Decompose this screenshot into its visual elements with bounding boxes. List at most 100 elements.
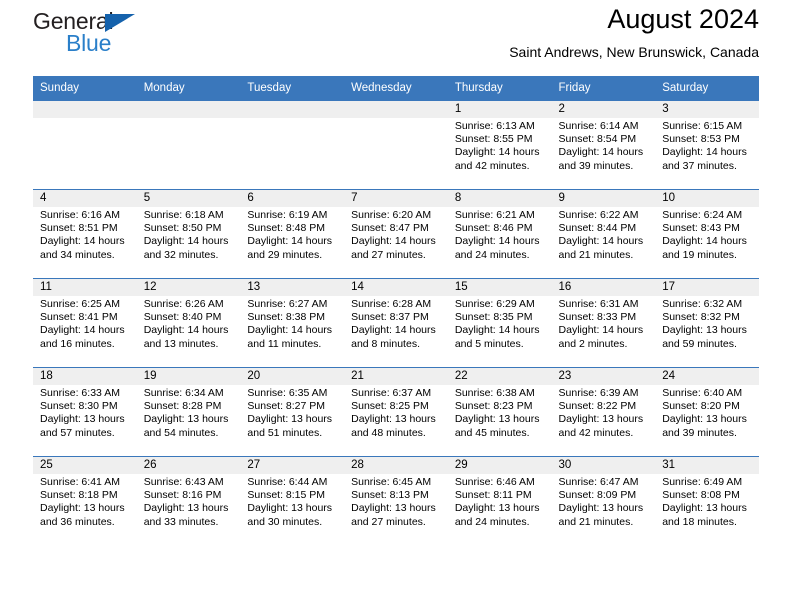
day-details: Sunrise: 6:16 AM Sunset: 8:51 PM Daylight:… <box>33 207 137 262</box>
day-details: Sunrise: 6:45 AM Sunset: 8:13 PM Daylight:… <box>344 474 448 529</box>
day-detail-sunset: Sunset: 8:46 PM <box>454 222 533 235</box>
day-detail-daylight-line2: and 21 minutes. <box>558 248 634 261</box>
calendar-day-cell[interactable]: 2 Sunrise: 6:14 AM Sunset: 8:54 PM Daylight… <box>551 100 656 190</box>
day-detail-sunrise: Sunrise: 6:14 AM <box>558 120 639 132</box>
day-detail-daylight-line2: and 21 minutes. <box>558 515 634 528</box>
day-detail-sunset: Sunset: 8:54 PM <box>558 133 637 146</box>
calendar-day-cell[interactable]: 26 Sunrise: 6:43 AM Sunset: 8:16 PM Dayligh… <box>136 456 241 546</box>
day-number: 3 <box>655 101 759 118</box>
day-details: Sunrise: 6:31 AM Sunset: 8:33 PM Daylight:… <box>552 296 656 351</box>
calendar-day-cell[interactable]: 15 Sunrise: 6:29 AM Sunset: 8:35 PM Dayligh… <box>447 278 552 368</box>
day-details: Sunrise: 6:34 AM Sunset: 8:28 PM Daylight:… <box>137 385 241 440</box>
day-detail-daylight-line2: and 13 minutes. <box>143 337 219 350</box>
day-detail-daylight-line1: Daylight: 13 hours <box>454 502 540 515</box>
calendar-day-cell[interactable]: 29 Sunrise: 6:46 AM Sunset: 8:11 PM Dayligh… <box>447 456 552 546</box>
logo-text-blue: Blue <box>66 30 112 56</box>
calendar-day-cell[interactable]: 13 Sunrise: 6:27 AM Sunset: 8:38 PM Dayligh… <box>240 278 345 368</box>
calendar-day-cell[interactable]: 1 Sunrise: 6:13 AM Sunset: 8:55 PM Daylight… <box>447 100 552 190</box>
calendar-day-cell[interactable]: 22 Sunrise: 6:38 AM Sunset: 8:23 PM Dayligh… <box>447 367 552 457</box>
day-detail-daylight-line1: Daylight: 13 hours <box>40 413 125 426</box>
day-detail-sunset: Sunset: 8:53 PM <box>662 133 740 146</box>
page-title: August 2024 <box>607 4 759 34</box>
calendar-day-cell[interactable]: 31 Sunrise: 6:49 AM Sunset: 8:08 PM Dayligh… <box>655 456 759 546</box>
day-detail-sunset: Sunset: 8:23 PM <box>454 400 533 413</box>
calendar-day-cell[interactable]: 24 Sunrise: 6:40 AM Sunset: 8:20 PM Dayligh… <box>655 367 759 457</box>
day-details: Sunrise: 6:14 AM Sunset: 8:54 PM Daylight:… <box>552 118 656 173</box>
calendar-day-cell[interactable]: 17 Sunrise: 6:32 AM Sunset: 8:32 PM Dayligh… <box>655 278 759 368</box>
day-detail-daylight-line2: and 36 minutes. <box>40 515 115 528</box>
day-details: Sunrise: 6:35 AM Sunset: 8:27 PM Daylight:… <box>240 385 344 440</box>
weekday-header-wednesday: Wednesday <box>344 76 448 101</box>
day-number: 20 <box>240 368 345 385</box>
calendar-header-row: Sunday Monday Tuesday Wednesday Thursday… <box>33 76 759 101</box>
day-detail-daylight-line1: Daylight: 14 hours <box>247 235 333 248</box>
day-number: 16 <box>551 279 656 296</box>
day-number: 12 <box>136 279 241 296</box>
calendar-day-cell[interactable]: 3 Sunrise: 6:15 AM Sunset: 8:53 PM Daylight… <box>655 100 759 190</box>
calendar-day-cell-empty <box>136 100 241 190</box>
calendar-week-row: 18 Sunrise: 6:33 AM Sunset: 8:30 PM Dayligh… <box>33 367 759 457</box>
day-detail-daylight-line2: and 24 minutes. <box>454 248 530 261</box>
calendar-day-cell[interactable]: 9 Sunrise: 6:22 AM Sunset: 8:44 PM Daylight… <box>551 189 656 279</box>
day-detail-daylight-line1: Daylight: 14 hours <box>143 324 229 337</box>
weekday-header-saturday: Saturday <box>655 76 759 101</box>
day-detail-daylight-line1: Daylight: 14 hours <box>662 235 747 248</box>
day-detail-daylight-line2: and 19 minutes. <box>662 248 737 261</box>
calendar-day-cell[interactable]: 4 Sunrise: 6:16 AM Sunset: 8:51 PM Daylight… <box>33 189 137 279</box>
day-detail-sunrise: Sunrise: 6:22 AM <box>558 209 639 221</box>
weekday-header-monday: Monday <box>136 76 241 101</box>
location-subtitle: Saint Andrews, New Brunswick, Canada <box>509 44 759 60</box>
day-detail-daylight-line1: Daylight: 13 hours <box>247 413 333 426</box>
calendar-day-cell[interactable]: 23 Sunrise: 6:39 AM Sunset: 8:22 PM Dayligh… <box>551 367 656 457</box>
calendar-day-cell[interactable]: 16 Sunrise: 6:31 AM Sunset: 8:33 PM Dayligh… <box>551 278 656 368</box>
day-detail-sunset: Sunset: 8:25 PM <box>351 400 429 413</box>
day-detail-sunrise: Sunrise: 6:15 AM <box>662 120 743 132</box>
page-header: General Blue August 2024 Saint Andrews, … <box>33 0 759 76</box>
day-detail-daylight-line1: Daylight: 13 hours <box>351 502 436 515</box>
weekday-header-sunday: Sunday <box>33 76 137 101</box>
day-detail-daylight-line1: Daylight: 14 hours <box>558 324 644 337</box>
calendar-day-cell[interactable]: 11 Sunrise: 6:25 AM Sunset: 8:41 PM Dayligh… <box>33 278 137 368</box>
day-detail-sunset: Sunset: 8:30 PM <box>40 400 118 413</box>
day-number: 31 <box>655 457 759 474</box>
day-detail-sunrise: Sunrise: 6:32 AM <box>662 298 743 310</box>
calendar-day-cell[interactable]: 30 Sunrise: 6:47 AM Sunset: 8:09 PM Dayligh… <box>551 456 656 546</box>
day-detail-sunrise: Sunrise: 6:18 AM <box>143 209 224 221</box>
calendar-day-cell[interactable]: 20 Sunrise: 6:35 AM Sunset: 8:27 PM Dayligh… <box>240 367 345 457</box>
day-detail-daylight-line2: and 2 minutes. <box>558 337 628 350</box>
day-detail-daylight-line1: Daylight: 13 hours <box>40 502 125 515</box>
calendar-day-cell[interactable]: 25 Sunrise: 6:41 AM Sunset: 8:18 PM Dayligh… <box>33 456 137 546</box>
day-number: 22 <box>447 368 552 385</box>
calendar-day-cell[interactable]: 19 Sunrise: 6:34 AM Sunset: 8:28 PM Dayligh… <box>136 367 241 457</box>
day-detail-sunset: Sunset: 8:35 PM <box>454 311 533 324</box>
calendar-day-cell[interactable]: 10 Sunrise: 6:24 AM Sunset: 8:43 PM Dayligh… <box>655 189 759 279</box>
day-detail-daylight-line1: Daylight: 14 hours <box>351 324 436 337</box>
calendar-day-cell[interactable]: 18 Sunrise: 6:33 AM Sunset: 8:30 PM Dayligh… <box>33 367 137 457</box>
calendar-day-cell[interactable]: 6 Sunrise: 6:19 AM Sunset: 8:48 PM Daylight… <box>240 189 345 279</box>
day-number: 26 <box>136 457 241 474</box>
calendar-day-cell[interactable]: 27 Sunrise: 6:44 AM Sunset: 8:15 PM Dayligh… <box>240 456 345 546</box>
day-detail-sunrise: Sunrise: 6:39 AM <box>558 387 639 399</box>
general-blue-logo[interactable]: General Blue <box>33 8 153 60</box>
day-detail-daylight-line2: and 39 minutes. <box>662 426 737 439</box>
calendar-day-cell[interactable]: 7 Sunrise: 6:20 AM Sunset: 8:47 PM Daylight… <box>344 189 448 279</box>
calendar-day-cell[interactable]: 12 Sunrise: 6:26 AM Sunset: 8:40 PM Dayligh… <box>136 278 241 368</box>
day-detail-sunrise: Sunrise: 6:27 AM <box>247 298 328 310</box>
day-detail-sunrise: Sunrise: 6:38 AM <box>454 387 535 399</box>
day-number: 11 <box>33 279 137 296</box>
calendar-day-cell[interactable]: 14 Sunrise: 6:28 AM Sunset: 8:37 PM Dayligh… <box>344 278 448 368</box>
calendar-day-cell[interactable]: 5 Sunrise: 6:18 AM Sunset: 8:50 PM Daylight… <box>136 189 241 279</box>
day-number <box>344 101 448 118</box>
day-detail-sunset: Sunset: 8:40 PM <box>143 311 222 324</box>
day-detail-daylight-line2: and 27 minutes. <box>351 515 426 528</box>
day-detail-sunset: Sunset: 8:43 PM <box>662 222 740 235</box>
day-detail-daylight-line1: Daylight: 13 hours <box>454 413 540 426</box>
day-details: Sunrise: 6:26 AM Sunset: 8:40 PM Daylight:… <box>137 296 241 351</box>
calendar-day-cell[interactable]: 8 Sunrise: 6:21 AM Sunset: 8:46 PM Daylight… <box>447 189 552 279</box>
calendar-day-cell[interactable]: 28 Sunrise: 6:45 AM Sunset: 8:13 PM Dayligh… <box>344 456 448 546</box>
calendar-day-cell[interactable]: 21 Sunrise: 6:37 AM Sunset: 8:25 PM Dayligh… <box>344 367 448 457</box>
day-detail-sunset: Sunset: 8:15 PM <box>247 489 326 502</box>
day-detail-daylight-line1: Daylight: 13 hours <box>558 502 644 515</box>
day-details: Sunrise: 6:32 AM Sunset: 8:32 PM Daylight:… <box>655 296 759 351</box>
day-details: Sunrise: 6:43 AM Sunset: 8:16 PM Daylight:… <box>137 474 241 529</box>
